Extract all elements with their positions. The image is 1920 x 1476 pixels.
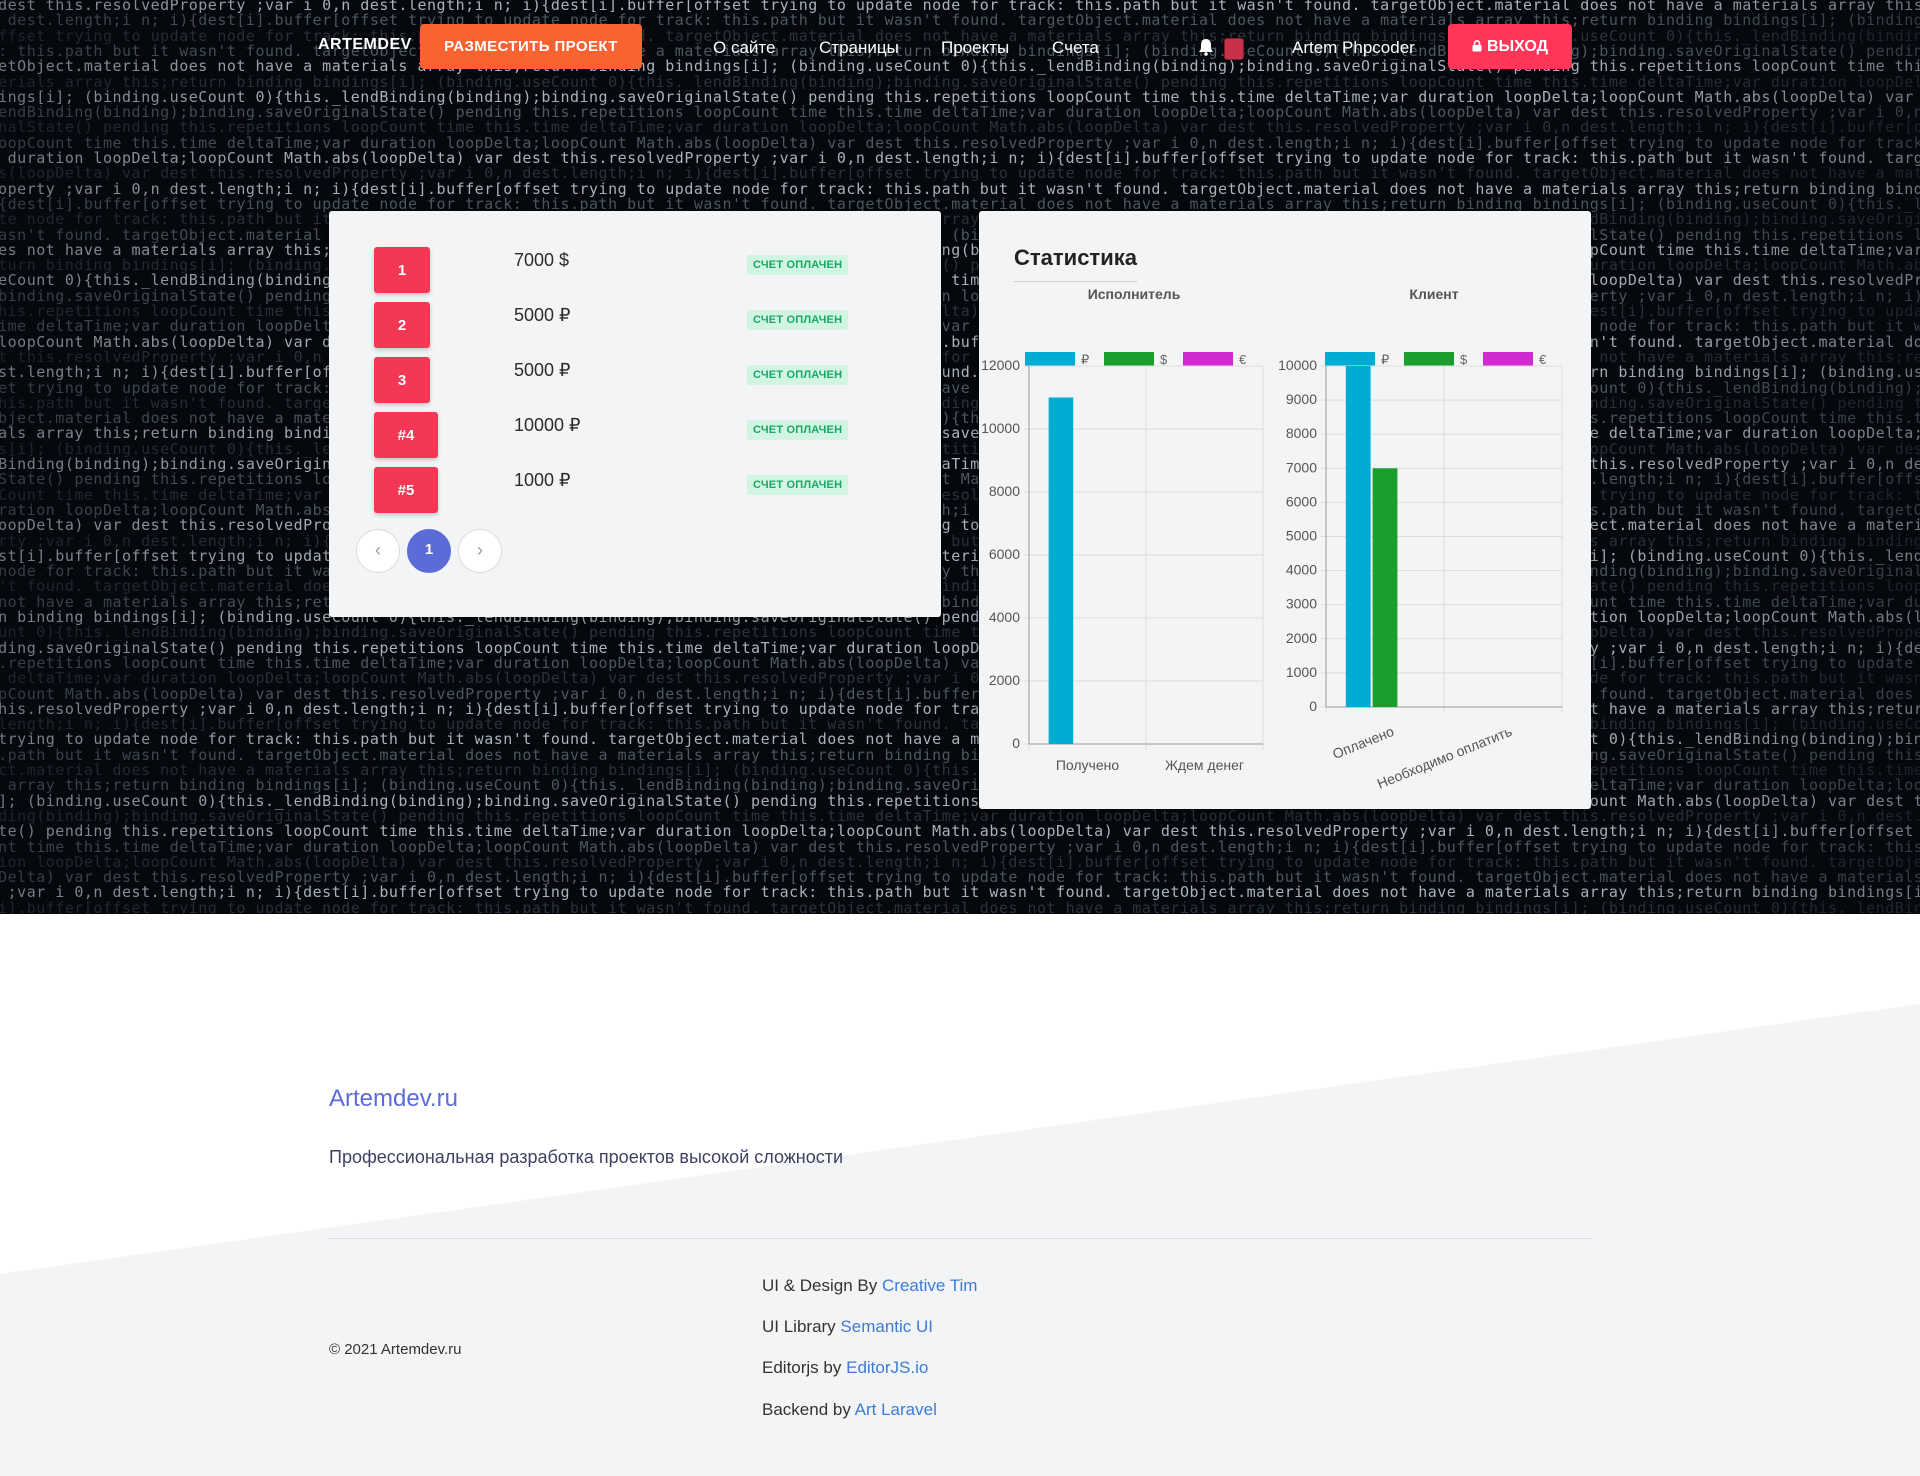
credit-link-semantic-ui[interactable]: Semantic UI [840,1317,933,1336]
invoice-id-button[interactable]: 3 [374,357,430,403]
credit-ui-library: UI Library Semantic UI [762,1317,933,1337]
y-tick-label: 10000 [1278,357,1317,373]
post-project-button[interactable]: РАЗМЕСТИТЬ ПРОЕКТ [420,24,642,69]
invoice-row: 3 5000 ₽ СЧЕТ ОПЛАЧЕН [329,357,941,405]
invoice-status-badge: СЧЕТ ОПЛАЧЕН [747,475,849,495]
legend-swatch [1104,352,1154,366]
navbar-brand[interactable]: ARTEMDEV [318,36,412,54]
logout-label: ВЫХОД [1486,37,1549,55]
y-tick-label: 3000 [1286,596,1317,612]
invoice-row: 1 7000 $ СЧЕТ ОПЛАЧЕН [329,247,941,295]
chart-title: Клиент [1409,286,1458,302]
y-tick-label: 2000 [989,672,1020,688]
user-name[interactable]: Artem Phpcoder [1292,38,1415,58]
invoice-amount: 1000 ₽ [514,470,571,490]
chart-bar [1345,366,1371,707]
pagination-prev-button[interactable]: ‹ [356,529,400,573]
invoice-id-button[interactable]: #4 [374,412,438,458]
y-tick-label: 0 [1309,698,1317,714]
y-tick-label: 5000 [1286,528,1317,544]
bell-icon[interactable] [1198,38,1214,56]
credit-prefix: UI & Design By [762,1276,878,1295]
y-tick-label: 9000 [1286,391,1317,407]
legend-swatch [1025,352,1075,366]
footer-brand-link[interactable]: Artemdev.ru [329,1085,458,1113]
invoice-row: #4 10000 ₽ СЧЕТ ОПЛАЧЕН [329,412,941,460]
statistics-charts: Исполнитель₽ $ €02000400060008000100001200… [981,286,1563,792]
nav-link-about[interactable]: О сайте [713,38,775,58]
y-tick-label: 4000 [989,609,1020,625]
credit-editorjs: Editorjs by EditorJS.io [762,1358,928,1378]
y-tick-label: 10000 [981,420,1020,436]
nav-link-pages[interactable]: Страницы [819,38,899,58]
pagination-page-1[interactable]: 1 [407,529,451,573]
logout-button[interactable]: ВЫХОД [1448,24,1572,69]
x-tick-label: Оплачено [1330,723,1396,762]
y-tick-label: 0 [1012,735,1020,751]
footer-tagline: Профессиональная разработка проектов выс… [329,1147,844,1167]
lock-icon [1472,39,1482,51]
invoice-status-badge: СЧЕТ ОПЛАЧЕН [747,420,849,440]
invoice-status-badge: СЧЕТ ОПЛАЧЕН [747,255,849,275]
nav-link-projects[interactable]: Проекты [941,38,1009,58]
credit-link-art-laravel[interactable]: Art Laravel [855,1400,937,1419]
legend-label: $ [1160,352,1168,367]
credit-prefix: Editorjs by [762,1358,842,1377]
invoices-card: 1 7000 $ СЧЕТ ОПЛАЧЕН 2 5000 ₽ СЧЕТ ОПЛА… [329,211,941,617]
credit-backend: Backend by Art Laravel [762,1400,937,1420]
invoice-row: #5 1000 ₽ СЧЕТ ОПЛАЧЕН [329,467,941,515]
y-tick-label: 6000 [989,546,1020,562]
invoice-amount: 5000 ₽ [514,305,571,325]
invoice-id-button[interactable]: 1 [374,247,430,293]
legend-label: ₽ [1081,352,1089,367]
invoice-amount: 10000 ₽ [514,415,581,435]
footer-copyright: © 2021 Artemdev.ru [329,1341,462,1358]
y-tick-label: 8000 [1286,425,1317,441]
chart-bar [1372,468,1398,707]
legend-label: ₽ [1381,352,1389,367]
y-tick-label: 8000 [989,483,1020,499]
legend-label: € [1539,352,1547,367]
chart-bar [1048,397,1074,744]
footer-divider [329,1238,1591,1239]
credit-prefix: Backend by [762,1400,851,1419]
pagination-next-button[interactable]: › [458,529,502,573]
y-tick-label: 7000 [1286,459,1317,475]
invoice-status-badge: СЧЕТ ОПЛАЧЕН [747,365,849,385]
legend-swatch [1325,352,1375,366]
hero-section: var dest this.resolvedProperty ;var i 0,… [0,0,1920,914]
nav-link-invoices[interactable]: Счета [1052,38,1099,58]
x-tick-label: Получено [1056,757,1120,773]
y-tick-label: 12000 [981,357,1020,373]
statistics-card: Статистика Исполнитель ₽ $ €0 2000 4000 6000 80… [979,211,1591,809]
navbar: ARTEMDEV РАЗМЕСТИТЬ ПРОЕКТ О сайте Стран… [0,0,1920,94]
credit-design: UI & Design By Creative Tim [762,1276,977,1296]
legend-label: $ [1460,352,1468,367]
invoice-status-badge: СЧЕТ ОПЛАЧЕН [747,310,849,330]
x-tick-label: Ждем денег [1165,757,1244,773]
legend-swatch [1404,352,1454,366]
footer-background [0,914,1920,1476]
credit-prefix: UI Library [762,1317,836,1336]
chart-title: Исполнитель [1088,286,1181,302]
legend-swatch [1183,352,1233,366]
credit-link-editorjs[interactable]: EditorJS.io [846,1358,928,1377]
y-tick-label: 2000 [1286,630,1317,646]
hero-vignette [0,0,1920,914]
invoice-id-button[interactable]: 2 [374,302,430,348]
credit-link-creative-tim[interactable]: Creative Tim [882,1276,977,1295]
y-tick-label: 4000 [1286,562,1317,578]
invoice-amount: 7000 $ [514,250,570,270]
notification-badge[interactable] [1224,38,1244,60]
x-tick-label: Необходимо оплатить [1375,723,1514,792]
y-tick-label: 1000 [1286,664,1317,680]
y-tick-label: 6000 [1286,493,1317,509]
invoice-id-button[interactable]: #5 [374,467,438,513]
legend-swatch [1483,352,1533,366]
invoice-amount: 5000 ₽ [514,360,571,380]
legend-label: € [1239,352,1247,367]
invoice-row: 2 5000 ₽ СЧЕТ ОПЛАЧЕН [329,302,941,350]
